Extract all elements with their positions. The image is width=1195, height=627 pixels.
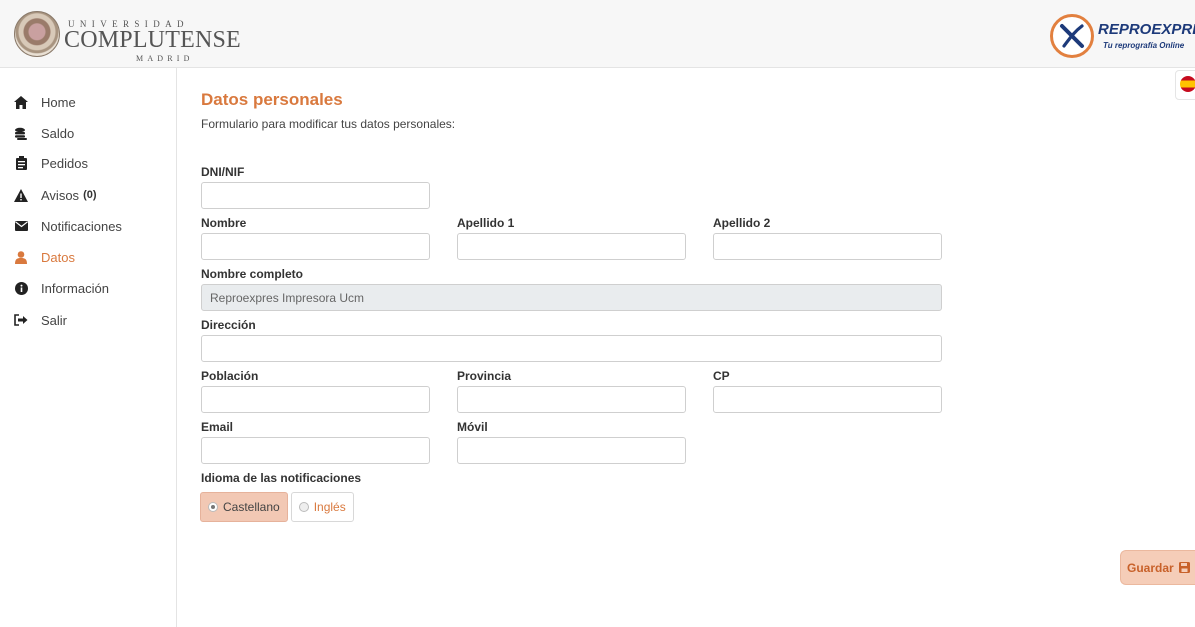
cp-field[interactable] [713, 386, 942, 413]
header: UNIVERSIDAD COMPLUTENSE MADRID REPROEXPR… [0, 0, 1195, 68]
sidebar-item-datos[interactable]: Datos [14, 247, 75, 267]
page-subtitle: Formulario para modificar tus datos pers… [201, 117, 456, 131]
idioma-radio-group: Castellano Inglés [200, 492, 357, 522]
reproexpres-name: REPROEXPRES [1098, 21, 1195, 38]
ucm-logo-line2: COMPLUTENSE [64, 27, 241, 53]
movil-label: Móvil [457, 420, 488, 434]
apellido1-label: Apellido 1 [457, 216, 515, 230]
save-button[interactable]: Guardar [1120, 550, 1195, 585]
idioma-option-ingles[interactable]: Inglés [290, 492, 354, 522]
email-label: Email [201, 420, 234, 434]
movil-field[interactable] [457, 437, 686, 464]
home-icon [14, 95, 28, 109]
ucm-seal-icon [14, 11, 60, 57]
poblacion-label: Población [201, 369, 259, 383]
direccion-label: Dirección [201, 318, 256, 332]
provincia-field[interactable] [457, 386, 686, 413]
sidebar-item-informacion[interactable]: Información [14, 278, 109, 298]
idioma-option-castellano[interactable]: Castellano [200, 492, 288, 522]
cp-label: CP [713, 369, 730, 383]
sidebar-item-label: Home [41, 94, 76, 110]
reproexpres-logo[interactable]: REPROEXPRES Tu reprografía Online [1050, 14, 1195, 58]
sidebar: Home Saldo Pedidos Avisos (0) Notificaci… [0, 68, 177, 627]
avisos-count-badge: (0) [83, 189, 97, 201]
sidebar-item-home[interactable]: Home [14, 92, 76, 112]
idioma-option-label: Castellano [223, 500, 280, 514]
radio-selected-icon [208, 502, 218, 512]
dni-field[interactable] [201, 182, 430, 209]
floppy-disk-icon [1178, 562, 1190, 573]
sidebar-item-label: Pedidos [41, 155, 88, 171]
email-field[interactable] [201, 437, 430, 464]
warning-icon [14, 188, 28, 202]
radio-unselected-icon [298, 502, 309, 512]
apellido2-field[interactable] [713, 233, 942, 260]
nombre-field[interactable] [201, 233, 430, 260]
nombre-label: Nombre [201, 216, 247, 230]
direccion-field[interactable] [201, 335, 942, 362]
sidebar-item-label: Avisos [41, 187, 80, 203]
apellido2-label: Apellido 2 [713, 216, 771, 230]
ucm-logo[interactable]: UNIVERSIDAD COMPLUTENSE MADRID [14, 10, 241, 63]
poblacion-field[interactable] [201, 386, 430, 413]
sidebar-item-label: Notificaciones [41, 218, 122, 234]
idioma-option-label: Inglés [313, 500, 346, 514]
reproexpres-emblem-icon [1050, 14, 1094, 58]
coins-icon [14, 126, 28, 140]
info-icon [14, 281, 28, 295]
sidebar-item-avisos[interactable]: Avisos (0) [14, 185, 97, 205]
save-button-label: Guardar [1127, 560, 1174, 575]
sign-out-icon [14, 313, 28, 327]
flag-spain-icon [1180, 76, 1195, 92]
nombre-completo-label: Nombre completo [201, 267, 304, 281]
provincia-label: Provincia [457, 369, 512, 383]
sidebar-item-label: Información [41, 280, 109, 296]
page-title: Datos personales [201, 90, 343, 109]
language-switch-button[interactable] [1175, 70, 1195, 100]
user-icon [14, 250, 28, 264]
sidebar-item-salir[interactable]: Salir [14, 310, 67, 330]
dni-label: DNI/NIF [201, 165, 245, 179]
idioma-label: Idioma de las notificaciones [201, 471, 362, 485]
reproexpres-tagline: Tu reprografía Online [1103, 41, 1185, 50]
envelope-icon [14, 219, 28, 233]
nombre-completo-field [201, 284, 942, 311]
sidebar-item-saldo[interactable]: Saldo [14, 123, 74, 143]
sidebar-item-label: Saldo [41, 125, 75, 141]
clipboard-icon [14, 156, 28, 170]
ucm-logo-line3: MADRID [136, 54, 194, 63]
sidebar-item-notificaciones[interactable]: Notificaciones [14, 216, 122, 236]
sidebar-item-label: Salir [41, 312, 68, 328]
apellido1-field[interactable] [457, 233, 686, 260]
sidebar-item-label: Datos [41, 249, 75, 265]
sidebar-item-pedidos[interactable]: Pedidos [14, 153, 88, 173]
